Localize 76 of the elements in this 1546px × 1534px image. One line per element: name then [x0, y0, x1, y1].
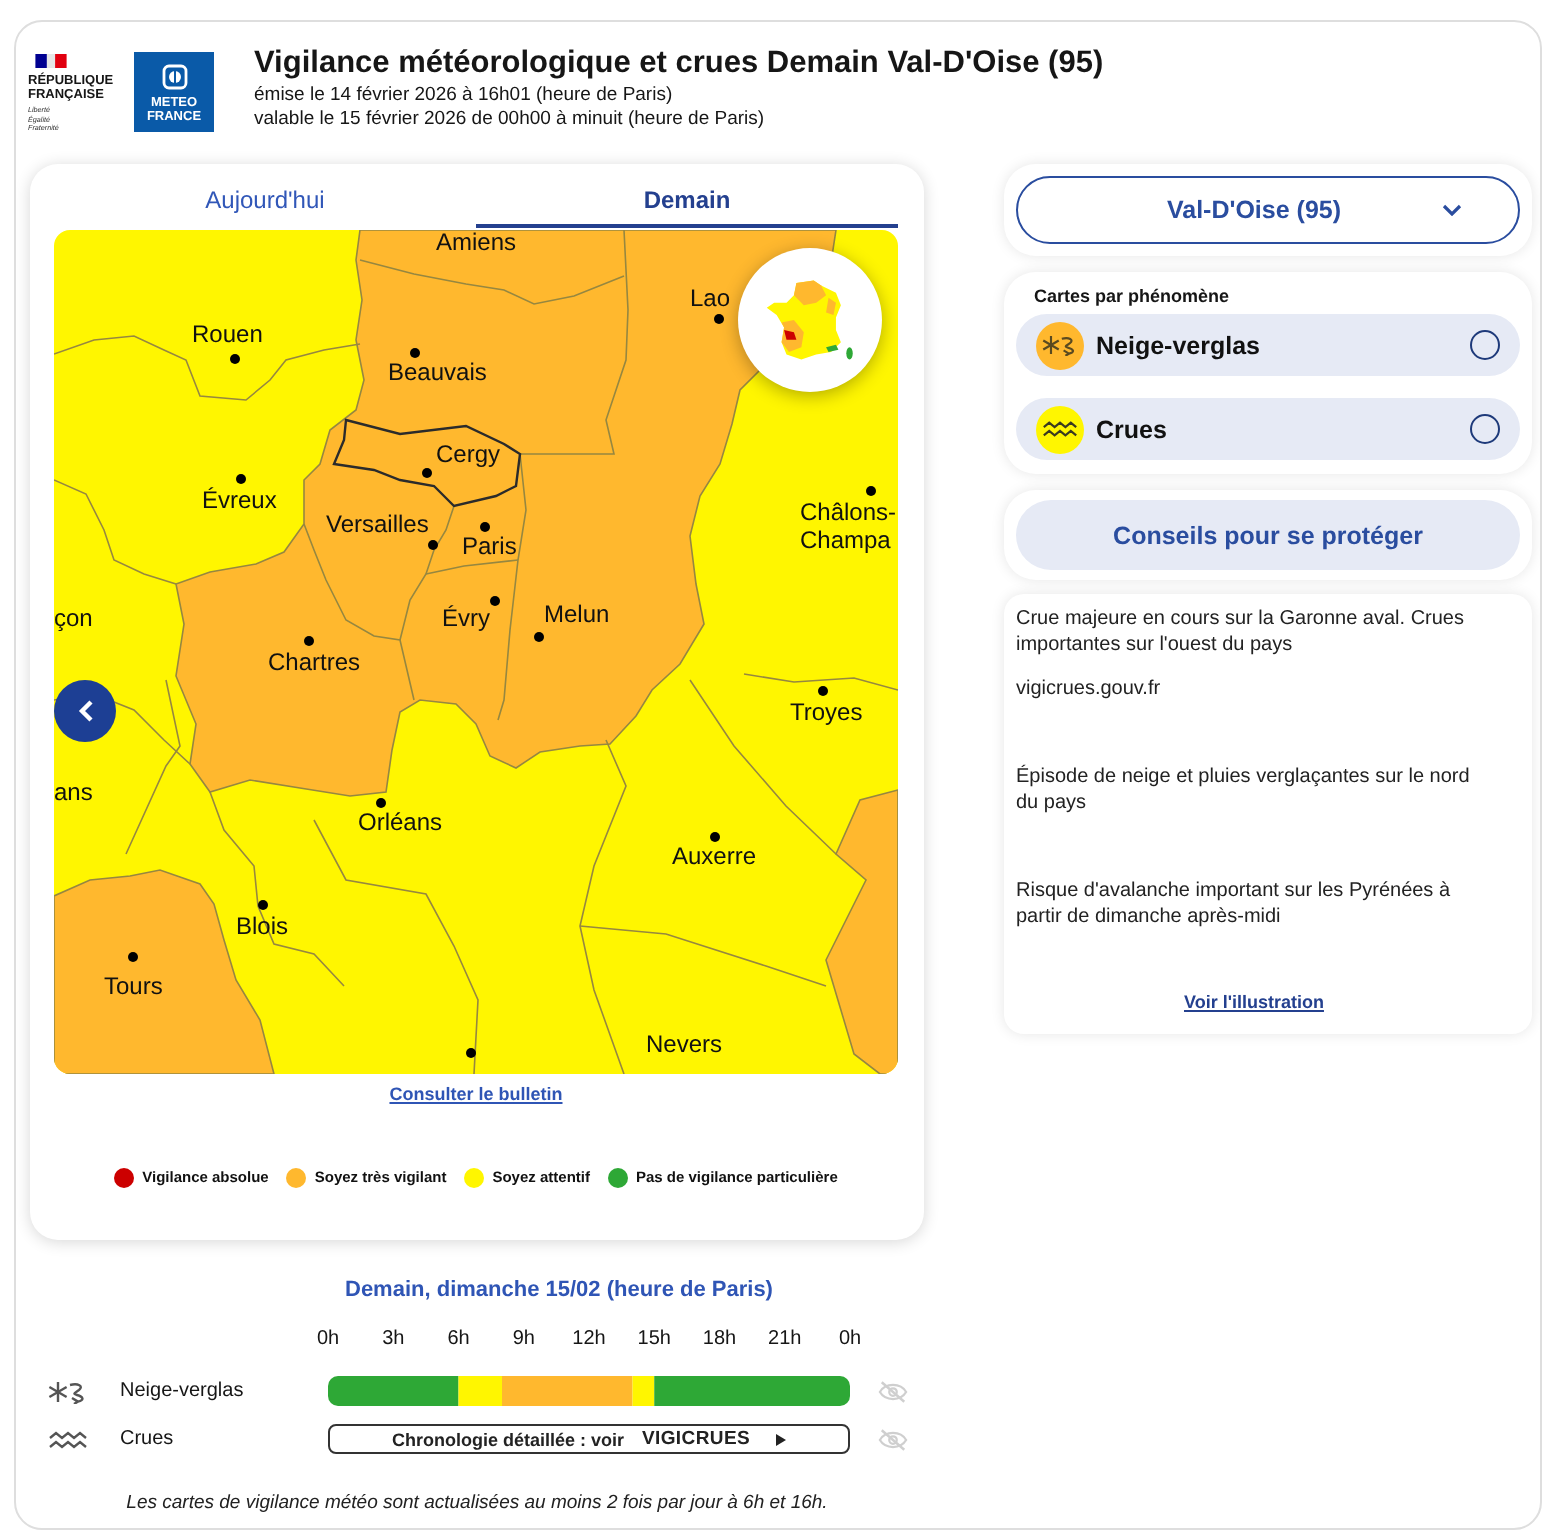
- city-dot: [421, 467, 431, 477]
- advice-button[interactable]: Conseils pour se protéger: [1016, 500, 1520, 570]
- footnote-text: Les cartes de vigilance météo sont actualisées au moins 2 fois par jour à 6h et 16h.: [124, 1492, 830, 1516]
- city-dot: [479, 521, 489, 531]
- city-dot: [235, 473, 245, 483]
- timeline-title: Demain, dimanche 15/02 (heure de Paris): [343, 1276, 775, 1304]
- hour-tick-label: 0h: [316, 1328, 340, 1352]
- chevron-down-icon: [1442, 204, 1462, 216]
- city-label: ans: [54, 780, 93, 804]
- hour-tick-label: 12h: [572, 1328, 606, 1352]
- city-dot: [865, 485, 875, 495]
- message-text: vigicrues.gouv.fr: [1016, 676, 1163, 702]
- city-label: Lao: [690, 286, 731, 310]
- snowflake-icon: [48, 1379, 88, 1403]
- day-tab[interactable]: Aujourd'hui: [54, 176, 476, 228]
- city-label: Amiens: [436, 230, 517, 254]
- city-dot: [713, 313, 723, 323]
- city-label: Versailles: [326, 512, 429, 536]
- emblem-icon: [161, 64, 187, 90]
- city-label: Rouen: [192, 322, 263, 346]
- city-label: çon: [54, 606, 93, 630]
- hour-tick-label: 0h: [838, 1328, 862, 1352]
- hour-tick-label: 18h: [702, 1328, 737, 1352]
- city-dot: [303, 635, 313, 645]
- issued-text: émise le 14 février 2026 à 16h01 (heure de Paris): [254, 84, 675, 108]
- waves-icon: [48, 1427, 88, 1451]
- phenomenon-label: Neige-verglas: [118, 1378, 246, 1406]
- hour-tick-label: 6h: [447, 1328, 470, 1352]
- chevron-left-icon: [77, 700, 93, 722]
- city-label: Évry: [442, 606, 490, 630]
- department-dropdown[interactable]: Val-D'Oise (95): [1016, 176, 1520, 244]
- city-dot: [127, 951, 137, 961]
- city-dot: [409, 347, 419, 357]
- city-label: Paris: [462, 534, 517, 558]
- city-dot: [817, 685, 827, 695]
- city-label: Melun: [544, 602, 610, 626]
- bulletin-link[interactable]: Consulter le bulletin: [389, 1082, 563, 1106]
- city-dot: [709, 831, 719, 841]
- phenomenon-label: Crues: [118, 1426, 176, 1454]
- france-map-icon: [764, 278, 856, 362]
- city-label: Châlons-Champa: [800, 498, 898, 554]
- hour-tick-label: 15h: [637, 1328, 671, 1352]
- tricolour-flag-icon: [32, 54, 70, 69]
- city-dot: [229, 353, 239, 363]
- city-dot: [257, 899, 267, 909]
- city-label: Auxerre: [672, 844, 757, 868]
- city-label: Blois: [236, 914, 289, 938]
- city-label: Beauvais: [388, 360, 487, 384]
- section-title: Cartes par phénomène: [1034, 284, 1232, 308]
- city-label: Cergy: [436, 442, 501, 466]
- city-dot: [465, 1047, 475, 1057]
- message-text: Risque d'avalanche important sur les Pyrénées à partir de dimanche après-midi: [1016, 878, 1453, 930]
- page-title: Vigilance météorologique et crues Demain Val-D'Oise (95): [254, 44, 1104, 84]
- caret-icon: [776, 1433, 787, 1445]
- city-label: Tours: [104, 974, 163, 998]
- city-label: Chartres: [268, 650, 361, 674]
- city-dot: [427, 539, 437, 549]
- hour-tick-label: 21h: [768, 1328, 802, 1352]
- city-label: Troyes: [790, 700, 863, 724]
- radio-button[interactable]: [1470, 414, 1500, 444]
- radio-button[interactable]: [1470, 330, 1500, 360]
- validity-text: valable le 15 février 2026 de 00h00 à minuit (heure de Paris): [254, 108, 767, 132]
- illustration-link[interactable]: Voir l'illustration: [1184, 990, 1324, 1014]
- phenomenon-option[interactable]: Neige-verglas: [1016, 314, 1520, 376]
- message-text: Crue majeure en cours sur la Garonne aval. Crues importantes sur l'ouest du pays: [1016, 606, 1466, 658]
- hour-tick-label: 9h: [512, 1328, 535, 1352]
- hour-tick-label: 3h: [382, 1328, 405, 1352]
- city-dot: [489, 595, 499, 605]
- city-dot: [375, 797, 385, 807]
- phenomenon-option[interactable]: Crues: [1016, 398, 1520, 460]
- vigicrues-link[interactable]: Chronologie détaillée : voir VIGICRUES: [328, 1424, 850, 1454]
- message-text: Épisode de neige et pluies verglaçantes sur le nord du pays: [1016, 764, 1472, 816]
- city-label: Orléans: [358, 810, 443, 834]
- city-label: Nevers: [646, 1032, 723, 1056]
- city-label: Évreux: [202, 488, 277, 512]
- city-dot: [533, 631, 543, 641]
